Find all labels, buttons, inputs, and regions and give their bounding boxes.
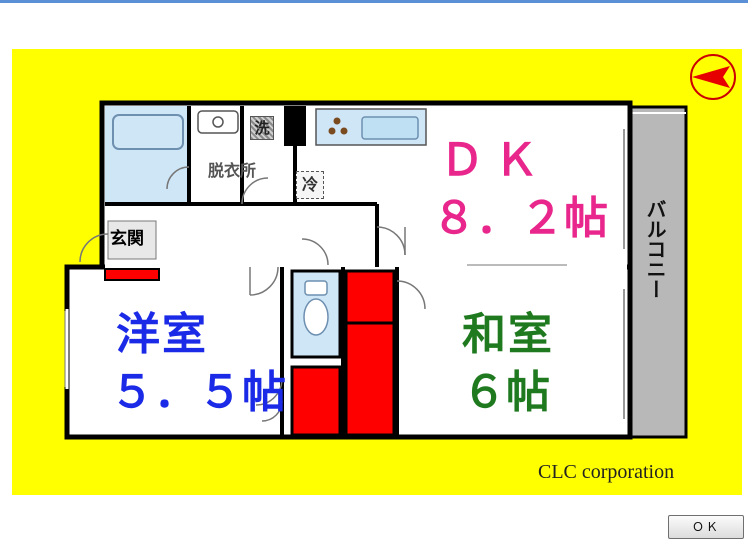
- toilet: [303, 298, 329, 336]
- closet-upper: [344, 269, 396, 325]
- floor-plan-drawing: [12, 49, 742, 495]
- japanese-room-label: 和室: [462, 309, 554, 360]
- western-room-size: ５．５帖: [110, 367, 286, 418]
- ok-button[interactable]: ＯＫ: [668, 515, 744, 539]
- dk-room-size: ８．２帖: [432, 193, 608, 244]
- closet-japanese: [344, 321, 396, 437]
- entrance-label: 玄関: [110, 229, 144, 249]
- western-room-label: 洋室: [116, 309, 208, 360]
- washer-mark: 洗: [250, 116, 274, 140]
- compass-icon: [690, 54, 736, 100]
- window-top-border: [0, 0, 748, 3]
- shoe-closet: [104, 268, 160, 281]
- balcony-label: バルコニー: [643, 199, 667, 299]
- bathtub: [112, 114, 184, 150]
- japanese-room-size: ６帖: [462, 367, 550, 418]
- closet-western: [290, 365, 342, 437]
- dk-room-label: ＤＫ: [440, 135, 548, 186]
- dressing-room-label: 脱衣所: [208, 161, 257, 180]
- company-name: CLC corporation: [538, 461, 675, 483]
- fridge-mark: 冷: [296, 171, 324, 199]
- sink: [197, 110, 239, 134]
- floor-plan: ＤＫ ８．２帖 洋室 ５．５帖 和室 ６帖 脱衣所 玄関 バルコニー 洗 冷 C…: [12, 49, 742, 495]
